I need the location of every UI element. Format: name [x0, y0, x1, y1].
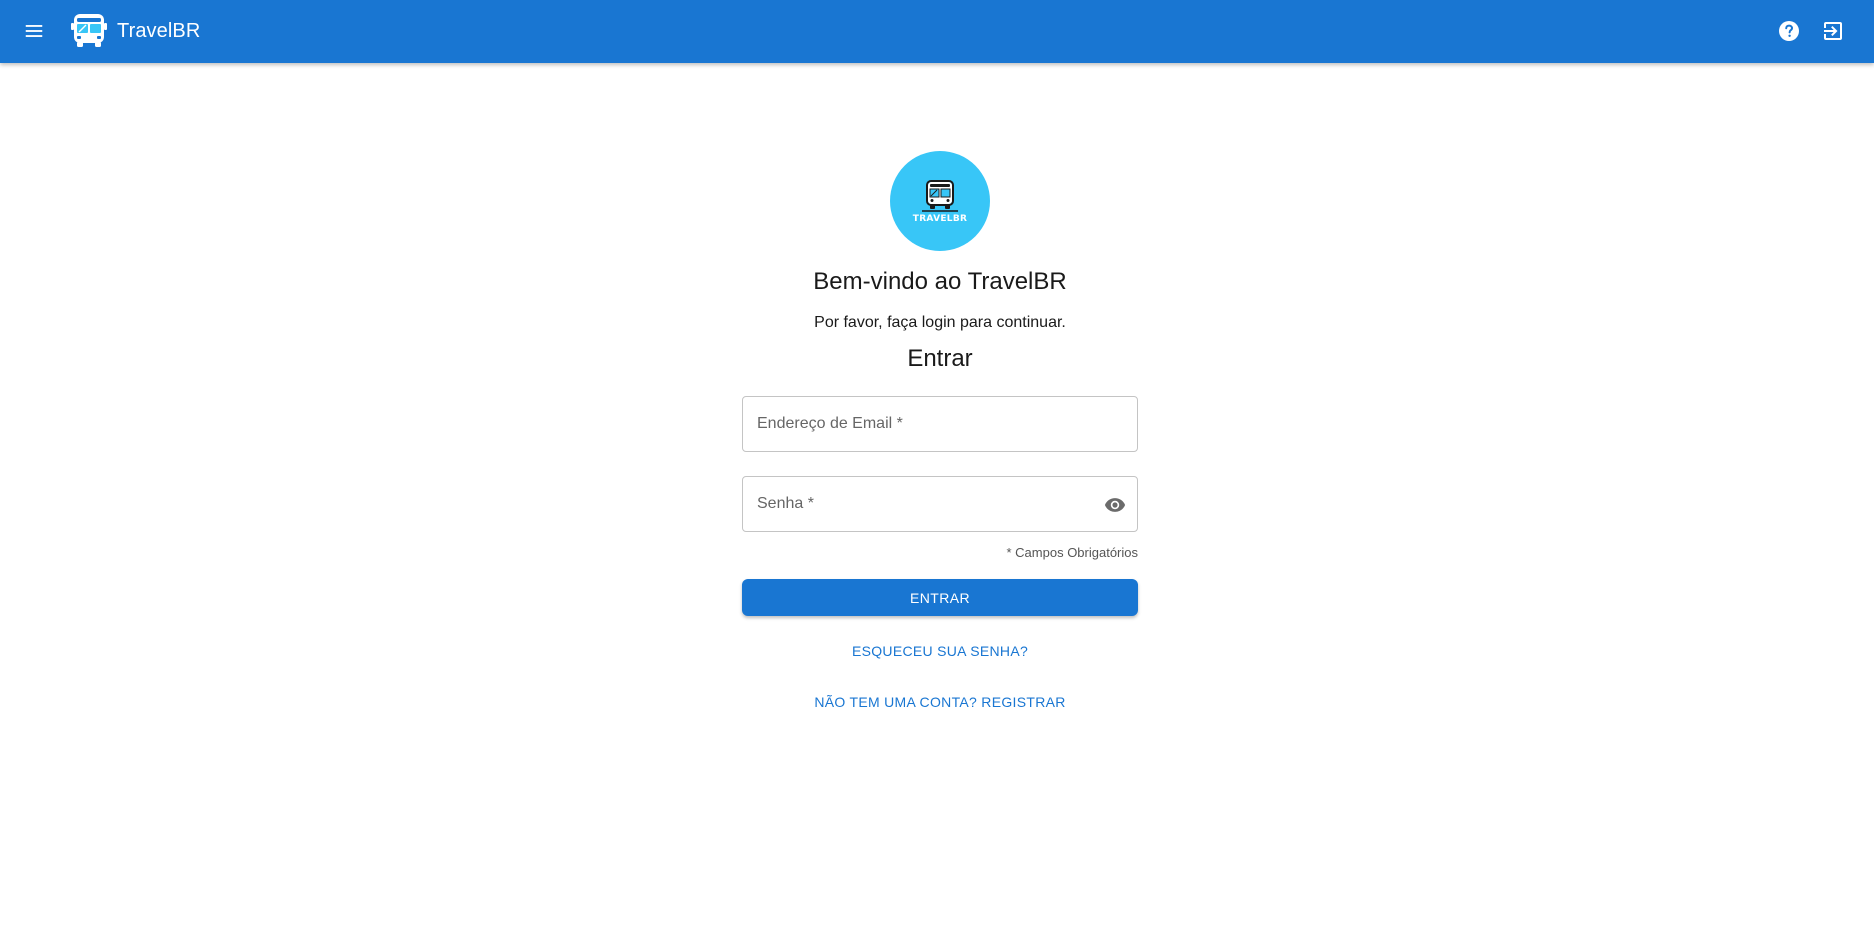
- form-title: Entrar: [907, 345, 973, 372]
- email-field[interactable]: [742, 396, 1138, 452]
- toggle-password-visibility-button[interactable]: [1101, 491, 1129, 519]
- logout-button[interactable]: [1816, 14, 1850, 48]
- forgot-password-link[interactable]: ESQUECEU SUA SENHA?: [852, 643, 1028, 659]
- app-bar: TravelBR: [0, 0, 1874, 63]
- login-subtitle: Por favor, faça login para continuar.: [814, 314, 1066, 331]
- app-title: TravelBR: [117, 19, 201, 42]
- help-circle-icon: [1779, 21, 1799, 41]
- bus-icon: [68, 10, 110, 52]
- logout-icon: [1824, 22, 1842, 40]
- password-field[interactable]: [742, 476, 1138, 532]
- login-form: TRAVELBR Bem-vindo ao TravelBR Por favor…: [742, 151, 1138, 710]
- logo-text: TRAVELBR: [912, 213, 968, 224]
- app-logo: TRAVELBR: [890, 151, 990, 251]
- email-input[interactable]: [757, 415, 1123, 433]
- menu-button[interactable]: [17, 14, 51, 48]
- menu-icon: [25, 25, 43, 37]
- brand[interactable]: TravelBR: [68, 10, 200, 52]
- login-button[interactable]: ENTRAR: [742, 579, 1138, 616]
- bus-icon: [922, 179, 958, 212]
- password-input[interactable]: [757, 495, 1123, 513]
- register-link[interactable]: NÃO TEM UMA CONTA? REGISTRAR: [814, 694, 1065, 710]
- required-fields-note: * Campos Obrigatórios: [1006, 545, 1139, 560]
- welcome-heading: Bem-vindo ao TravelBR: [813, 268, 1067, 295]
- main-content: TRAVELBR Bem-vindo ao TravelBR Por favor…: [0, 63, 1874, 926]
- help-button[interactable]: [1772, 14, 1806, 48]
- eye-icon: [1104, 498, 1126, 512]
